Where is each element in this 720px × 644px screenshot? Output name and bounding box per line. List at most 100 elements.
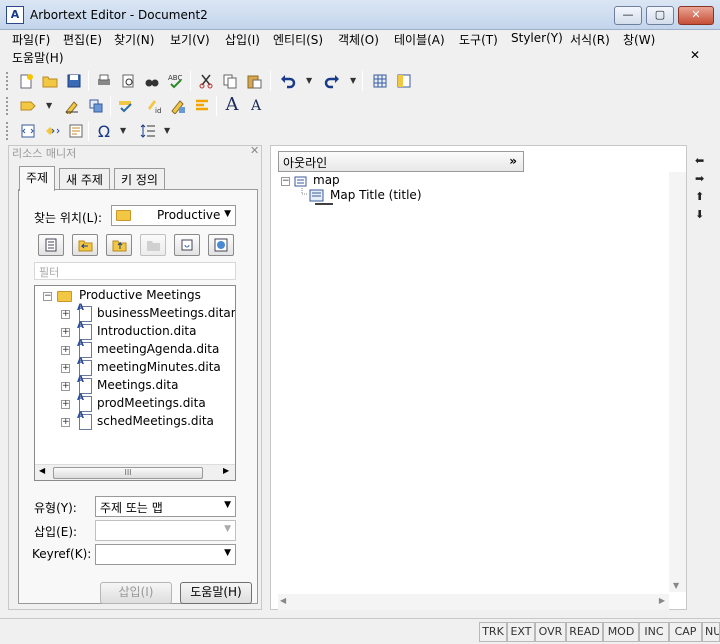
find-binoculars-icon[interactable] bbox=[142, 71, 162, 91]
copy-icon[interactable] bbox=[220, 71, 240, 91]
menu-entity[interactable]: 엔티티(S) bbox=[273, 31, 323, 48]
menu-help[interactable]: 도움말(H) bbox=[12, 49, 64, 66]
table-layout-icon[interactable] bbox=[394, 71, 414, 91]
save-icon[interactable] bbox=[64, 71, 84, 91]
tab-topic[interactable]: 주제 bbox=[19, 166, 56, 191]
outline-tab[interactable]: 아웃라인 » bbox=[278, 151, 524, 172]
paragraph-format-icon[interactable] bbox=[192, 96, 212, 116]
tree-root-folder[interactable]: − Productive Meetings bbox=[41, 288, 235, 306]
insert-markup-icon[interactable] bbox=[18, 96, 38, 116]
filter-input[interactable]: 필터 bbox=[34, 262, 236, 280]
scroll-right-icon[interactable]: ▶ bbox=[659, 596, 665, 605]
scrollbar-thumb[interactable]: III bbox=[53, 467, 203, 479]
insert-symbol-icon[interactable]: Ω bbox=[94, 121, 114, 141]
modify-attributes-icon[interactable]: id bbox=[144, 96, 164, 116]
menu-object[interactable]: 객체(O) bbox=[338, 31, 379, 48]
print-icon[interactable] bbox=[94, 71, 114, 91]
arrow-right-icon[interactable]: ➡ bbox=[695, 172, 704, 185]
details-view-button[interactable] bbox=[38, 234, 64, 256]
spell-check-icon[interactable]: ABC bbox=[166, 71, 186, 91]
line-spacing-dropdown-icon[interactable]: ▼ bbox=[164, 121, 172, 141]
undo-icon[interactable] bbox=[278, 71, 298, 91]
open-folder-icon[interactable] bbox=[40, 71, 60, 91]
check-completeness-icon[interactable] bbox=[116, 96, 136, 116]
collapse-icon[interactable]: − bbox=[43, 292, 52, 301]
line-spacing-icon[interactable] bbox=[138, 121, 158, 141]
scroll-right-icon[interactable]: ▶ bbox=[223, 466, 229, 475]
menu-file[interactable]: 파일(F) bbox=[12, 31, 50, 48]
menu-edit[interactable]: 편집(E) bbox=[63, 31, 102, 48]
insert-markup-dropdown-icon[interactable]: ▼ bbox=[46, 96, 54, 116]
scroll-down-icon[interactable]: ▼ bbox=[673, 581, 679, 590]
print-preview-icon[interactable] bbox=[118, 71, 138, 91]
tag-view-icon[interactable] bbox=[18, 121, 38, 141]
tab-key-definitions[interactable]: 키 정의 bbox=[114, 168, 165, 190]
cut-icon[interactable] bbox=[196, 71, 216, 91]
outline-root-row[interactable]: − bbox=[281, 177, 295, 187]
split-element-icon[interactable] bbox=[86, 96, 106, 116]
look-in-select[interactable]: Productive ▼ bbox=[111, 205, 236, 226]
menu-table[interactable]: 테이블(A) bbox=[394, 31, 445, 48]
menu-format[interactable]: 서식(R) bbox=[570, 31, 610, 48]
tree-item[interactable]: + businessMeetings.ditamap bbox=[59, 303, 235, 324]
expand-panel-icon[interactable]: » bbox=[509, 154, 517, 168]
tab-new-topic[interactable]: 새 주제 bbox=[59, 168, 110, 190]
expand-icon[interactable]: + bbox=[61, 364, 70, 373]
toolbar-grip[interactable] bbox=[6, 72, 9, 90]
paste-icon[interactable] bbox=[244, 71, 264, 91]
markup-toggle-icon[interactable] bbox=[42, 121, 62, 141]
tree-item[interactable]: + meetingMinutes.dita bbox=[59, 357, 235, 378]
expand-icon[interactable]: + bbox=[61, 328, 70, 337]
menu-styler[interactable]: Styler(Y) bbox=[511, 31, 563, 45]
tree-horizontal-scrollbar[interactable]: ◀ III ▶ bbox=[35, 464, 235, 480]
increase-font-icon[interactable]: A bbox=[222, 94, 242, 115]
type-select[interactable]: 주제 또는 맵 ▼ bbox=[95, 496, 236, 517]
expand-icon[interactable]: + bbox=[61, 346, 70, 355]
insert-symbol-dropdown-icon[interactable]: ▼ bbox=[120, 121, 128, 141]
expand-icon[interactable]: + bbox=[61, 400, 70, 409]
document-vertical-scrollbar[interactable]: ▼ bbox=[669, 172, 686, 592]
restore-button[interactable]: ▢ bbox=[646, 6, 674, 25]
redo-dropdown-icon[interactable]: ▼ bbox=[350, 71, 358, 91]
menu-tools[interactable]: 도구(T) bbox=[459, 31, 498, 48]
tree-item[interactable]: + Meetings.dita bbox=[59, 375, 235, 396]
decrease-font-icon[interactable]: A bbox=[246, 96, 266, 116]
menu-view[interactable]: 보기(V) bbox=[170, 31, 210, 48]
arrow-down-icon[interactable]: ⬇ bbox=[695, 208, 704, 221]
scroll-left-icon[interactable]: ◀ bbox=[39, 466, 45, 475]
toolbar-grip[interactable] bbox=[6, 97, 9, 115]
help-button[interactable]: 도움말(H) bbox=[180, 582, 252, 604]
tree-item[interactable]: + prodMeetings.dita bbox=[59, 393, 235, 414]
collapse-icon[interactable]: − bbox=[281, 177, 290, 186]
arrow-up-icon[interactable]: ⬆ bbox=[695, 190, 704, 203]
refresh-button[interactable] bbox=[174, 234, 200, 256]
tree-item[interactable]: + schedMeetings.dita bbox=[59, 411, 235, 432]
edit-attributes-icon[interactable] bbox=[62, 96, 82, 116]
outline-root-label[interactable]: map bbox=[313, 173, 340, 187]
menu-find[interactable]: 찾기(N) bbox=[114, 31, 154, 48]
close-document-icon[interactable]: ✕ bbox=[690, 48, 700, 62]
new-folder-button[interactable] bbox=[140, 234, 166, 256]
document-horizontal-scrollbar[interactable]: ◀ ▶ bbox=[278, 594, 669, 610]
toolbar-grip[interactable] bbox=[6, 122, 9, 140]
keyref-select[interactable]: ▼ bbox=[95, 544, 236, 565]
tree-item[interactable]: + meetingAgenda.dita bbox=[59, 339, 235, 360]
resource-manager-close-icon[interactable]: ✕ bbox=[250, 144, 259, 157]
arrow-left-icon[interactable]: ⬅ bbox=[695, 154, 704, 167]
back-button[interactable] bbox=[72, 234, 98, 256]
insert-button[interactable]: 삽입(I) bbox=[100, 582, 172, 604]
new-document-icon[interactable] bbox=[16, 71, 36, 91]
web-search-button[interactable] bbox=[208, 234, 234, 256]
menu-insert[interactable]: 삽입(I) bbox=[225, 31, 260, 48]
scroll-left-icon[interactable]: ◀ bbox=[280, 596, 286, 605]
expand-icon[interactable]: + bbox=[61, 310, 70, 319]
insert-select[interactable]: ▼ bbox=[95, 520, 236, 541]
menu-window[interactable]: 창(W) bbox=[623, 31, 655, 48]
expand-icon[interactable]: + bbox=[61, 418, 70, 427]
up-folder-button[interactable] bbox=[106, 234, 132, 256]
redo-icon[interactable] bbox=[322, 71, 342, 91]
expand-icon[interactable]: + bbox=[61, 382, 70, 391]
change-markup-icon[interactable] bbox=[168, 96, 188, 116]
doc-map-icon[interactable] bbox=[66, 121, 86, 141]
table-grid-icon[interactable] bbox=[370, 71, 390, 91]
